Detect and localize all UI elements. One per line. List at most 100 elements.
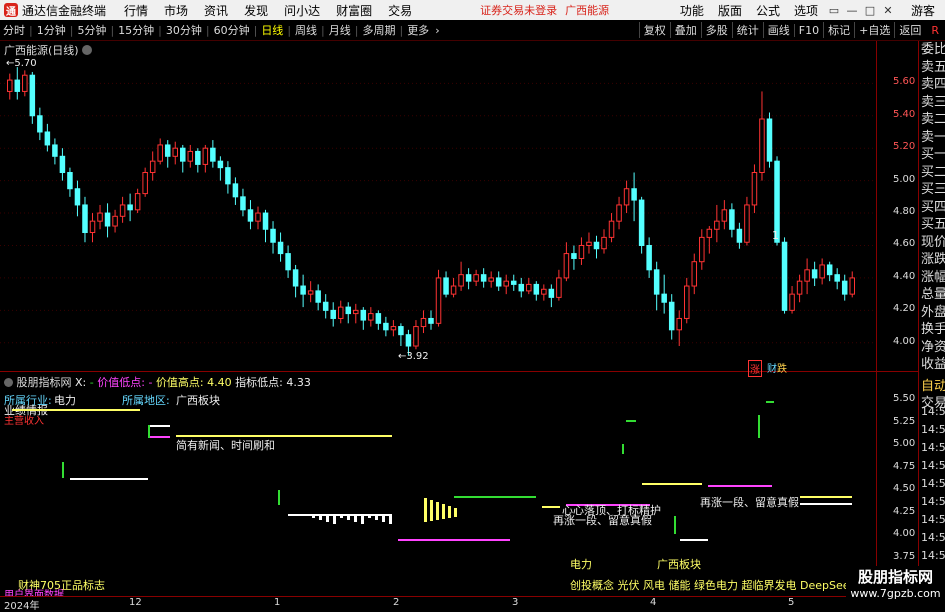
quote-field[interactable]: 委比 bbox=[919, 41, 945, 59]
quote-field[interactable]: 卖一 bbox=[919, 129, 945, 147]
f10-button[interactable]: F10 bbox=[793, 23, 823, 37]
menu-item-function[interactable]: 功能 bbox=[680, 2, 704, 19]
app-logo-icon: 通 bbox=[4, 3, 18, 18]
period-monthly[interactable]: 月线 bbox=[326, 22, 354, 38]
close-icon[interactable]: ✕ bbox=[879, 4, 897, 17]
candle-body bbox=[759, 118, 765, 174]
quote-field[interactable]: 卖二 bbox=[919, 111, 945, 129]
date-tick: 1 bbox=[274, 597, 281, 608]
high-price-label: ←5.70 bbox=[6, 58, 37, 69]
period-multi[interactable]: 多周期 bbox=[359, 22, 398, 38]
candle-body bbox=[653, 269, 660, 295]
chevron-right-icon[interactable]: › bbox=[432, 24, 442, 37]
candle-body bbox=[59, 155, 66, 174]
trade-login-notice[interactable]: 证券交易未登录 bbox=[480, 2, 557, 18]
menu-item-ask[interactable]: 问小达 bbox=[284, 2, 320, 19]
time-tick: 14:56 bbox=[921, 405, 945, 418]
draw-line-button[interactable]: 画线 bbox=[762, 22, 794, 38]
menu-item-trade[interactable]: 交易 bbox=[388, 2, 412, 19]
candle-body bbox=[330, 309, 336, 319]
price-tick: 4.40 bbox=[893, 270, 916, 282]
quote-field[interactable]: 现价 bbox=[919, 234, 945, 252]
indicator-tick: 5.50 bbox=[893, 393, 916, 404]
menu-item-formula[interactable]: 公式 bbox=[756, 2, 780, 19]
quote-field[interactable]: 买五 bbox=[919, 216, 945, 234]
back-button[interactable]: 返回 bbox=[894, 22, 925, 38]
candle-body bbox=[14, 79, 21, 92]
menu-item-options[interactable]: 选项 bbox=[794, 2, 818, 19]
quote-field[interactable]: 涨幅 bbox=[919, 269, 945, 287]
period-5min[interactable]: 5分钟 bbox=[74, 22, 109, 38]
menu-item-news[interactable]: 资讯 bbox=[204, 2, 228, 19]
candle-body bbox=[82, 204, 88, 234]
period-60min[interactable]: 60分钟 bbox=[211, 22, 253, 38]
quote-field[interactable]: 买四 bbox=[919, 199, 945, 217]
candle-body bbox=[826, 264, 833, 276]
quote-field[interactable]: 涨跌 bbox=[919, 251, 945, 269]
price-tick: 4.60 bbox=[893, 238, 916, 250]
candle-body bbox=[668, 301, 675, 331]
period-daily[interactable]: 日线 bbox=[258, 22, 286, 38]
period-weekly[interactable]: 周线 bbox=[292, 22, 320, 38]
maximize-icon[interactable]: □ bbox=[861, 4, 879, 17]
period-15min[interactable]: 15分钟 bbox=[115, 22, 157, 38]
candle-body bbox=[127, 204, 133, 211]
menu-item-market[interactable]: 行情 bbox=[124, 2, 148, 19]
period-30min[interactable]: 30分钟 bbox=[163, 22, 205, 38]
candle-body bbox=[578, 244, 585, 259]
stats-button[interactable]: 统计 bbox=[731, 22, 763, 38]
menu-item-layout[interactable]: 版面 bbox=[718, 2, 742, 19]
candle-body bbox=[781, 241, 788, 311]
candle-body bbox=[488, 277, 494, 282]
candle-body bbox=[37, 115, 43, 133]
candle-body bbox=[450, 285, 457, 295]
indicator-chart[interactable] bbox=[0, 374, 876, 596]
date-tick: 12 bbox=[129, 597, 142, 608]
overlay-button[interactable]: 叠加 bbox=[669, 22, 701, 38]
period-more[interactable]: 更多 bbox=[404, 22, 432, 38]
candle-body bbox=[368, 313, 374, 321]
minimize-icon[interactable]: — bbox=[843, 4, 861, 17]
annotation-rise-again-1: 再涨一段、留意真假 bbox=[553, 514, 652, 527]
candle-body bbox=[586, 241, 592, 246]
price-chart[interactable] bbox=[0, 41, 876, 371]
period-1min[interactable]: 1分钟 bbox=[34, 22, 69, 38]
quote-field[interactable]: 买三 bbox=[919, 181, 945, 199]
add-watchlist-button[interactable]: +自选 bbox=[854, 22, 894, 38]
multi-stock-button[interactable]: 多股 bbox=[700, 22, 732, 38]
mark-button[interactable]: 标记 bbox=[823, 22, 854, 38]
quote-field[interactable]: 总量 bbox=[919, 286, 945, 304]
finance-badge[interactable]: 财跌 bbox=[767, 360, 787, 375]
quote-field[interactable]: 买一 bbox=[919, 146, 945, 164]
histogram-bar bbox=[340, 516, 343, 518]
quote-field[interactable]: 买二 bbox=[919, 164, 945, 182]
signal-bar bbox=[148, 425, 150, 438]
quote-field[interactable]: 卖三 bbox=[919, 94, 945, 112]
quote-field[interactable]: 收益 bbox=[919, 356, 945, 374]
menu-item-discover[interactable]: 发现 bbox=[244, 2, 268, 19]
period-timeshare[interactable]: 分时 bbox=[0, 22, 28, 38]
candle-body bbox=[428, 317, 434, 324]
candle-body bbox=[834, 274, 840, 282]
quote-field[interactable]: 卖五 bbox=[919, 59, 945, 77]
quote-field[interactable]: 外盘 bbox=[919, 304, 945, 322]
candle-body bbox=[744, 204, 750, 243]
candle-body bbox=[465, 274, 472, 282]
histogram-bar bbox=[430, 500, 433, 521]
histogram-bar bbox=[312, 516, 315, 518]
guest-user[interactable]: 游客 bbox=[911, 2, 935, 19]
menu-item-market2[interactable]: 市场 bbox=[164, 2, 188, 19]
signal-bar bbox=[622, 444, 624, 454]
quote-field[interactable]: 换手 bbox=[919, 321, 945, 339]
quote-field[interactable]: 卖四 bbox=[919, 76, 945, 94]
window-mode-icon[interactable]: ▭ bbox=[825, 4, 843, 17]
price-tick: 4.20 bbox=[893, 303, 916, 315]
adjust-button[interactable]: 复权 bbox=[638, 22, 670, 38]
candle-body bbox=[292, 269, 299, 287]
low-price-value: 3.92 bbox=[406, 351, 429, 362]
auto-trade-label[interactable]: 自动 bbox=[919, 378, 945, 396]
candle-body bbox=[473, 274, 479, 282]
quote-field[interactable]: 净资 bbox=[919, 339, 945, 357]
menu-item-wealth[interactable]: 财富圈 bbox=[336, 2, 372, 19]
menu-bar: 通 通达信金融终端 行情 市场 资讯 发现 问小达 财富圈 交易 证券交易未登录… bbox=[0, 0, 945, 20]
